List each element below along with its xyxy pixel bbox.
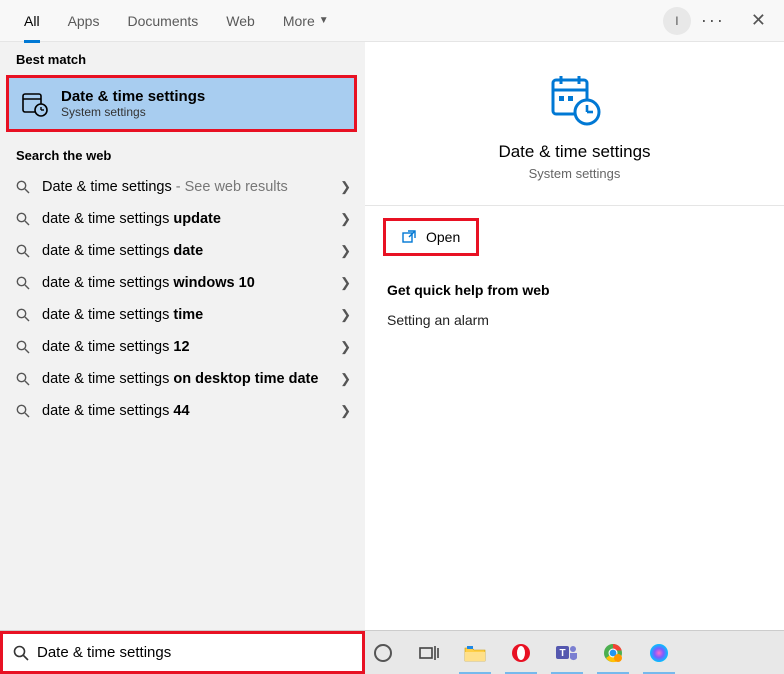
close-icon[interactable]: ✕ [743,10,774,31]
search-icon [14,340,32,354]
best-match-title: Date & time settings [61,88,205,105]
search-icon [14,180,32,194]
paint3d-icon[interactable] [647,641,671,665]
search-icon [14,276,32,290]
search-scope-tabs: All Apps Documents Web More ▼ I ··· ✕ [0,0,784,42]
web-result[interactable]: Date & time settings - See web results ❯ [0,171,365,203]
web-result[interactable]: date & time settings on desktop time dat… [0,363,365,395]
chevron-right-icon: ❯ [340,275,351,291]
tab-documents[interactable]: Documents [113,0,212,42]
web-result-text: date & time settings update [42,211,332,227]
cortana-icon[interactable] [371,641,395,665]
search-web-heading: Search the web [0,138,365,169]
search-box[interactable] [0,631,365,674]
tab-more[interactable]: More ▼ [269,0,343,42]
web-result-text: date & time settings time [42,307,332,323]
web-result-text: date & time settings date [42,243,332,259]
search-icon [14,212,32,226]
search-icon [14,244,32,258]
more-options-icon[interactable]: ··· [701,10,725,31]
tab-more-label: More [283,13,315,29]
chevron-right-icon: ❯ [340,211,351,227]
open-label: Open [426,229,460,245]
chevron-right-icon: ❯ [340,403,351,419]
chevron-down-icon: ▼ [319,15,329,26]
best-match-heading: Best match [0,42,365,73]
search-icon [14,372,32,386]
calendar-clock-icon [21,90,49,118]
task-view-icon[interactable] [417,641,441,665]
help-link-setting-alarm[interactable]: Setting an alarm [387,312,762,328]
bottom-bar: T [0,630,784,674]
web-result-text: date & time settings windows 10 [42,275,332,291]
tab-all[interactable]: All [10,0,54,42]
results-panel: Best match Date & time settings [0,42,365,630]
chevron-right-icon: ❯ [340,243,351,259]
chevron-right-icon: ❯ [340,179,351,195]
tab-apps[interactable]: Apps [54,0,114,42]
chevron-right-icon: ❯ [340,371,351,387]
web-result[interactable]: date & time settings 44 ❯ [0,395,365,427]
detail-panel: Date & time settings System settings Ope… [365,42,784,630]
web-results-list: Date & time settings - See web results❯d… [0,169,365,429]
search-icon [13,645,29,661]
web-result-text: Date & time settings - See web results [42,179,332,195]
svg-text:T: T [559,648,565,659]
detail-title: Date & time settings [498,142,650,162]
search-icon [14,404,32,418]
chevron-right-icon: ❯ [340,339,351,355]
web-result[interactable]: date & time settings 12 ❯ [0,331,365,363]
best-match-result[interactable]: Date & time settings System settings [9,78,354,129]
open-external-icon [402,230,416,244]
opera-icon[interactable] [509,641,533,665]
calendar-clock-icon [547,72,603,128]
web-result[interactable]: date & time settings date ❯ [0,235,365,267]
web-result-text: date & time settings on desktop time dat… [42,371,332,387]
web-result-text: date & time settings 44 [42,403,332,419]
quick-help-heading: Get quick help from web [387,282,762,298]
detail-subtitle: System settings [529,166,621,181]
open-button[interactable]: Open [383,218,479,256]
taskbar: T [365,631,784,674]
chevron-right-icon: ❯ [340,307,351,323]
account-avatar[interactable]: I [663,7,691,35]
file-explorer-icon[interactable] [463,641,487,665]
teams-icon[interactable]: T [555,641,579,665]
web-result[interactable]: date & time settings time ❯ [0,299,365,331]
web-result[interactable]: date & time settings update ❯ [0,203,365,235]
web-result[interactable]: date & time settings windows 10 ❯ [0,267,365,299]
web-result-text: date & time settings 12 [42,339,332,355]
best-match-subtitle: System settings [61,105,205,119]
search-icon [14,308,32,322]
search-input[interactable] [37,634,352,671]
tab-web[interactable]: Web [212,0,269,42]
chrome-icon[interactable] [601,641,625,665]
